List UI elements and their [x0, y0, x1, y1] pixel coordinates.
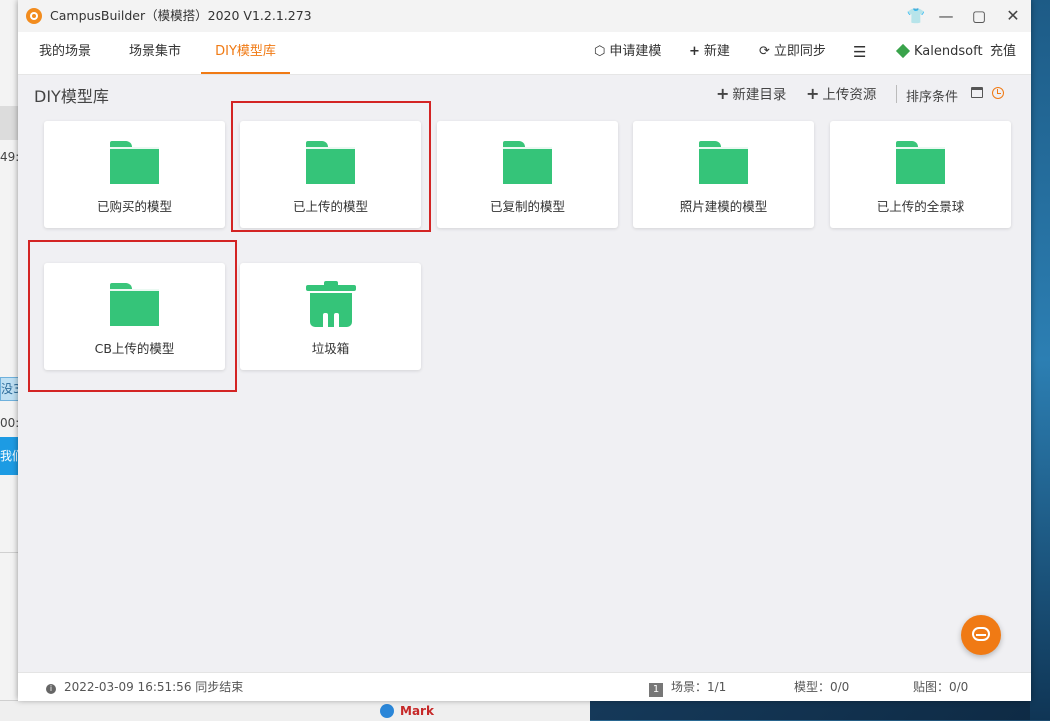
- bg-fragment-box: 没3: [0, 377, 20, 401]
- skin-icon[interactable]: 👕: [904, 4, 928, 28]
- folder-label: 照片建模的模型: [679, 199, 768, 214]
- recharge-link[interactable]: 充值: [990, 32, 1016, 74]
- taskbar-mark-label: Mark: [400, 704, 434, 718]
- folder-label: 已上传的模型: [292, 199, 368, 214]
- folder-card-copied[interactable]: 已复制的模型: [437, 121, 618, 228]
- folder-icon: [110, 283, 159, 326]
- sync-button[interactable]: ⟳ 立即同步: [759, 32, 826, 74]
- bg-fragment-time: 49:1: [0, 150, 20, 164]
- new-folder-button[interactable]: + 新建目录: [716, 83, 786, 103]
- bg-divider: [0, 552, 20, 553]
- sync-status-text: 2022-03-09 16:51:56 同步结束: [64, 680, 244, 694]
- apply-model-label: 申请建模: [609, 44, 662, 59]
- folder-icon: [699, 141, 748, 184]
- folder-icon: [306, 141, 355, 184]
- top-nav: 我的场景 场景集市 DIY模型库 ⬡ 申请建模 + 新建 ⟳ 立即同步 ☰ Kalen…: [18, 32, 1031, 75]
- refresh-icon: ⟳: [759, 44, 770, 59]
- app-logo-icon: [26, 8, 42, 24]
- title-bar[interactable]: CampusBuilder（模模搭）2020 V1.2.1.273 👕 — ▢ …: [18, 0, 1031, 32]
- folder-label: 已复制的模型: [489, 199, 565, 214]
- window-title: CampusBuilder（模模搭）2020 V1.2.1.273: [50, 8, 312, 23]
- new-folder-label: 新建目录: [732, 87, 787, 103]
- mark-app-icon: [380, 704, 394, 718]
- folder-label: 已购买的模型: [96, 199, 172, 214]
- page-title: DIY模型库: [34, 87, 109, 106]
- bg-gray-strip: [0, 106, 20, 140]
- clock-icon[interactable]: [992, 87, 1004, 99]
- upload-label: 上传资源: [822, 87, 877, 103]
- sync-label: 立即同步: [773, 44, 826, 59]
- sync-status: i 2022-03-09 16:51:56 同步结束: [46, 673, 243, 701]
- new-label: 新建: [703, 44, 730, 59]
- background-window-left: 49:1 没3 00:2 我们: [0, 0, 20, 720]
- toolbar-divider: [896, 85, 897, 103]
- calendar-icon[interactable]: [971, 87, 983, 98]
- folder-card-trash[interactable]: 垃圾箱: [240, 263, 421, 370]
- model-count: 模型：0/0: [794, 680, 850, 694]
- new-button[interactable]: + 新建: [689, 32, 730, 74]
- folder-card-photo-models[interactable]: 照片建模的模型: [633, 121, 814, 228]
- cube-icon: ⬡: [594, 44, 606, 59]
- plus-icon: +: [716, 84, 730, 103]
- texture-count: 贴图：0/0: [913, 680, 969, 694]
- account-button[interactable]: Kalendsoft: [895, 32, 983, 74]
- menu-button[interactable]: ☰: [853, 32, 866, 74]
- page-badge: 1: [649, 683, 663, 697]
- bg-fragment-time-2: 00:2: [0, 416, 20, 430]
- background-taskbar: Mark: [0, 700, 590, 721]
- folder-card-panorama[interactable]: 已上传的全景球: [830, 121, 1011, 228]
- folder-label: CB上传的模型: [94, 341, 175, 356]
- account-name: Kalendsoft: [914, 44, 983, 59]
- plus-icon: +: [689, 44, 700, 59]
- folder-icon: [896, 141, 945, 184]
- app-window: CampusBuilder（模模搭）2020 V1.2.1.273 👕 — ▢ …: [18, 0, 1031, 701]
- status-bar: i 2022-03-09 16:51:56 同步结束 1 场景：1/1 模型：0/0…: [18, 672, 1031, 701]
- tab-diy-library[interactable]: DIY模型库: [201, 32, 290, 74]
- folder-icon: [503, 141, 552, 184]
- scene-count: 1 场景：1/1: [649, 673, 726, 701]
- tab-scene-market[interactable]: 场景集市: [118, 32, 192, 74]
- scene-count-text: 场景：1/1: [671, 680, 727, 694]
- folder-card-uploaded[interactable]: 已上传的模型: [240, 121, 421, 228]
- minimize-button[interactable]: —: [934, 4, 958, 28]
- maximize-button[interactable]: ▢: [967, 4, 991, 28]
- folder-icon: [110, 141, 159, 184]
- apply-model-button[interactable]: ⬡ 申请建模: [594, 32, 661, 74]
- folder-label: 已上传的全景球: [876, 199, 965, 214]
- folder-card-cb-uploaded[interactable]: CB上传的模型: [44, 263, 225, 370]
- taskbar-mark-item[interactable]: Mark: [380, 701, 434, 721]
- close-button[interactable]: ✕: [1001, 4, 1025, 28]
- bg-fragment-blue: 我们: [0, 437, 20, 475]
- library-content: DIY模型库 + 新建目录 + 上传资源 排序条件 已购买的模型 已上传的模型 已复…: [18, 75, 1031, 672]
- info-icon: i: [46, 684, 56, 694]
- chat-support-button[interactable]: [961, 615, 1001, 655]
- trash-icon: [306, 281, 356, 331]
- upload-button[interactable]: + 上传资源: [806, 83, 876, 103]
- folder-label: 垃圾箱: [311, 341, 350, 356]
- sort-dropdown[interactable]: 排序条件: [906, 86, 958, 105]
- plus-icon: +: [806, 84, 820, 103]
- tab-my-scenes[interactable]: 我的场景: [28, 32, 102, 74]
- kalendsoft-logo-icon: [895, 43, 911, 59]
- folder-card-purchased[interactable]: 已购买的模型: [44, 121, 225, 228]
- desktop-background-right: [1030, 0, 1050, 720]
